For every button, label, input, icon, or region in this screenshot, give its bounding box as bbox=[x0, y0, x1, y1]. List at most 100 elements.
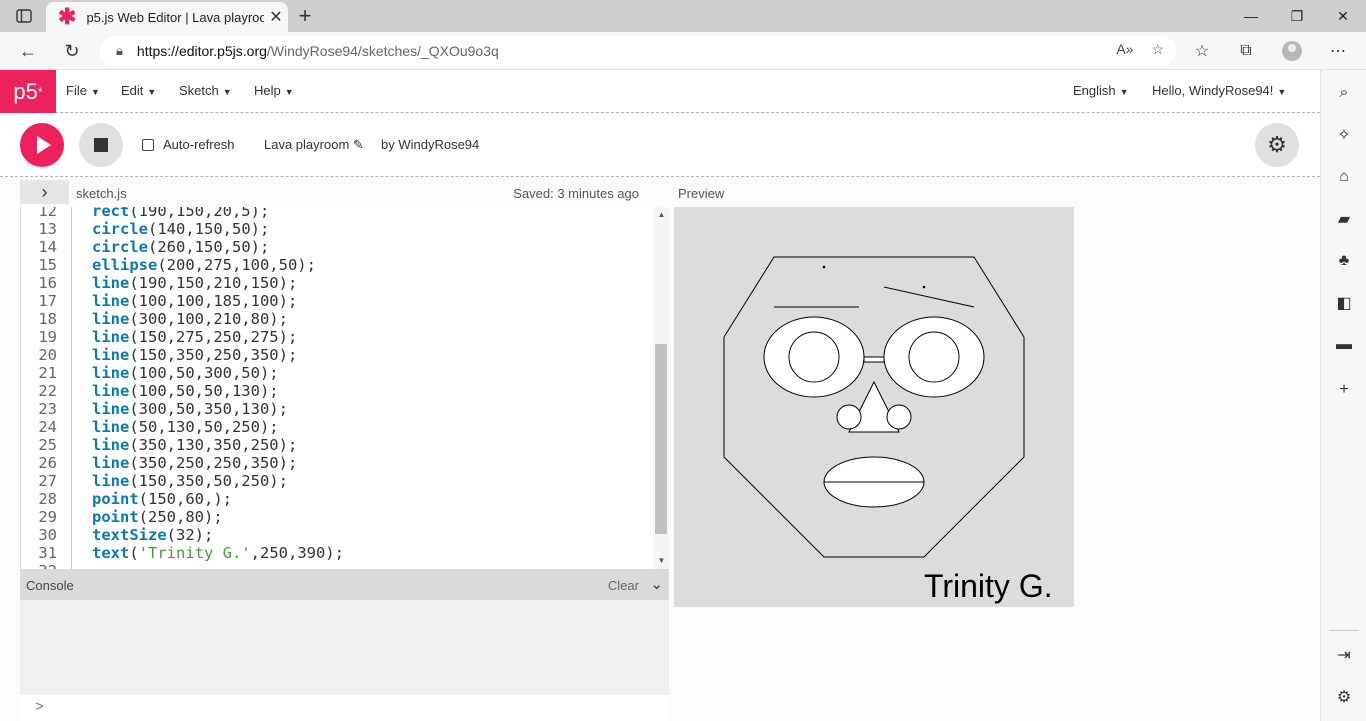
line-number: 32 bbox=[21, 562, 57, 569]
point-1 bbox=[822, 265, 826, 269]
scroll-up-icon[interactable]: ▲ bbox=[656, 210, 667, 220]
line-number: 19 bbox=[38, 328, 57, 346]
code-editor[interactable]: ▲ ▼ 12 rect(190,150,20,5); 13 circle(140,15… bbox=[20, 207, 669, 569]
code-line[interactable]: point(150,60,); bbox=[92, 490, 232, 508]
caret-down-icon: ▼ bbox=[1119, 87, 1129, 97]
auto-refresh-checkbox[interactable]: Auto-refresh bbox=[142, 137, 235, 152]
play-button[interactable] bbox=[20, 123, 64, 167]
code-line[interactable]: text('Trinity G.',250,390); bbox=[92, 544, 344, 562]
code-line[interactable]: point(250,80); bbox=[92, 508, 223, 526]
line-number: 21 bbox=[38, 364, 57, 382]
code-line[interactable]: line(150,350,50,250); bbox=[92, 472, 288, 490]
preview-drawing: Trinity G. bbox=[723, 256, 1053, 604]
url-path: /WindyRose94/sketches/_QXOu9o3q bbox=[266, 43, 499, 59]
saved-status: Saved: 3 minutes ago bbox=[513, 186, 639, 201]
clear-console-button[interactable]: Clear bbox=[608, 578, 639, 593]
line-number: 25 bbox=[38, 436, 57, 454]
line-number: 14 bbox=[38, 238, 57, 256]
code-line[interactable]: line(190,150,210,150); bbox=[92, 274, 297, 292]
code-line[interactable]: ellipse(200,275,100,50); bbox=[92, 256, 316, 274]
right-eyebrow bbox=[883, 286, 975, 308]
language-menu[interactable]: English ▼ bbox=[1073, 83, 1129, 98]
p5-logo[interactable]: p5 * bbox=[0, 70, 56, 113]
refresh-icon[interactable]: ↻ bbox=[57, 36, 87, 66]
code-line[interactable]: line(350,250,250,350); bbox=[92, 454, 297, 472]
games-icon[interactable]: ♣ bbox=[1321, 246, 1366, 276]
sketch-name[interactable]: Lava playroom ✎ bbox=[264, 137, 364, 153]
caret-down-icon: ▼ bbox=[284, 87, 294, 97]
sparkle-icon[interactable]: ✧ bbox=[1321, 120, 1366, 150]
console-header: Console Clear ⌄ bbox=[20, 569, 669, 600]
toolbar: Auto-refresh Lava playroom ✎ by WindyRos… bbox=[0, 114, 1320, 177]
code-line[interactable]: line(300,50,350,130); bbox=[92, 400, 288, 418]
auto-refresh-label: Auto-refresh bbox=[163, 137, 235, 152]
browser-tab[interactable]: ✱ p5.js Web Editor | Lava playroom ✕ bbox=[46, 2, 288, 32]
code-line[interactable]: line(300,100,210,80); bbox=[92, 310, 288, 328]
expand-sidebar-chevron-icon[interactable]: › bbox=[20, 180, 69, 204]
profile-avatar[interactable] bbox=[1277, 36, 1307, 66]
checkbox-box[interactable] bbox=[142, 138, 154, 151]
sidebar-settings-icon[interactable]: ⚙ bbox=[1321, 682, 1366, 712]
right-nostril bbox=[886, 404, 912, 430]
add-favorite-icon[interactable]: ☆ bbox=[1151, 41, 1164, 58]
office-icon[interactable]: ◧ bbox=[1321, 288, 1366, 318]
p5-asterisk-icon: ✱ bbox=[58, 4, 77, 29]
code-line[interactable]: line(100,50,50,130); bbox=[92, 382, 279, 400]
scroll-thumb[interactable] bbox=[655, 344, 667, 534]
code-line[interactable]: textSize(32); bbox=[92, 526, 213, 544]
code-line[interactable]: line(150,350,250,350); bbox=[92, 346, 297, 364]
new-tab-icon[interactable]: + bbox=[292, 4, 318, 28]
close-tab-icon[interactable]: ✕ bbox=[264, 7, 288, 27]
menu-sketch[interactable]: Sketch ▼ bbox=[179, 83, 232, 98]
hide-sidebar-icon[interactable]: ⇥ bbox=[1321, 640, 1366, 670]
collections-icon[interactable]: ⧉ bbox=[1231, 36, 1261, 66]
close-window-icon[interactable]: ✕ bbox=[1320, 0, 1366, 32]
more-menu-icon[interactable]: ⋯ bbox=[1323, 36, 1353, 66]
line-number: 18 bbox=[38, 310, 57, 328]
menu-file[interactable]: File ▼ bbox=[66, 83, 100, 98]
back-arrow-icon[interactable]: ← bbox=[13, 36, 43, 66]
editor-scrollbar[interactable]: ▲ ▼ bbox=[653, 207, 669, 569]
stop-button[interactable] bbox=[79, 123, 123, 167]
caret-down-icon: ▼ bbox=[222, 87, 232, 97]
lock-icon: 🔒︎ bbox=[116, 43, 123, 58]
url-field[interactable]: 🔒︎ https://editor.p5js.org/WindyRose94/s… bbox=[100, 36, 1176, 66]
menu-help[interactable]: Help ▼ bbox=[254, 83, 294, 98]
menu-edit[interactable]: Edit ▼ bbox=[121, 83, 156, 98]
line-number: 31 bbox=[38, 544, 57, 562]
console-panel: Console Clear ⌄ > bbox=[20, 569, 669, 721]
collapse-chevron-icon[interactable]: ⌄ bbox=[650, 575, 663, 593]
code-line[interactable]: line(100,50,300,50); bbox=[92, 364, 279, 382]
file-name: sketch.js bbox=[76, 186, 127, 201]
left-eye bbox=[788, 331, 840, 383]
caret-down-icon: ▼ bbox=[90, 87, 100, 97]
code-line[interactable]: line(50,130,50,250); bbox=[92, 418, 279, 436]
sketch-author[interactable]: by WindyRose94 bbox=[381, 137, 479, 152]
outlook-icon[interactable]: ▬ bbox=[1321, 330, 1366, 360]
user-menu[interactable]: Hello, WindyRose94! ▼ bbox=[1152, 83, 1286, 98]
tag-icon[interactable]: ⌂ bbox=[1321, 162, 1366, 192]
minimize-icon[interactable]: — bbox=[1228, 0, 1274, 32]
briefcase-icon[interactable]: ▰ bbox=[1321, 204, 1366, 234]
pencil-icon[interactable]: ✎ bbox=[353, 137, 364, 152]
code-line[interactable]: line(350,130,350,250); bbox=[92, 436, 297, 454]
line-number: 17 bbox=[38, 292, 57, 310]
line-number: 22 bbox=[38, 382, 57, 400]
sketch-preview-canvas[interactable]: Trinity G. bbox=[674, 207, 1074, 607]
console-input[interactable]: > bbox=[20, 695, 669, 721]
code-line[interactable]: circle(140,150,50); bbox=[92, 220, 269, 238]
line-number: 23 bbox=[38, 400, 57, 418]
preview-label: Preview bbox=[678, 186, 725, 201]
code-line[interactable]: line(150,275,250,275); bbox=[92, 328, 297, 346]
workspaces-icon[interactable] bbox=[12, 6, 36, 26]
code-line[interactable]: rect(190,150,20,5); bbox=[92, 207, 269, 220]
read-aloud-icon[interactable]: A» bbox=[1116, 41, 1133, 58]
favorites-icon[interactable]: ☆ bbox=[1187, 36, 1217, 66]
restore-icon[interactable]: ❐ bbox=[1274, 0, 1320, 32]
code-line[interactable]: circle(260,150,50); bbox=[92, 238, 269, 256]
settings-gear-icon[interactable]: ⚙ bbox=[1255, 123, 1299, 167]
add-icon[interactable]: + bbox=[1321, 375, 1366, 405]
scroll-down-icon[interactable]: ▼ bbox=[656, 556, 667, 566]
code-line[interactable]: line(100,100,185,100); bbox=[92, 292, 297, 310]
search-icon[interactable]: ⌕ bbox=[1321, 78, 1366, 108]
